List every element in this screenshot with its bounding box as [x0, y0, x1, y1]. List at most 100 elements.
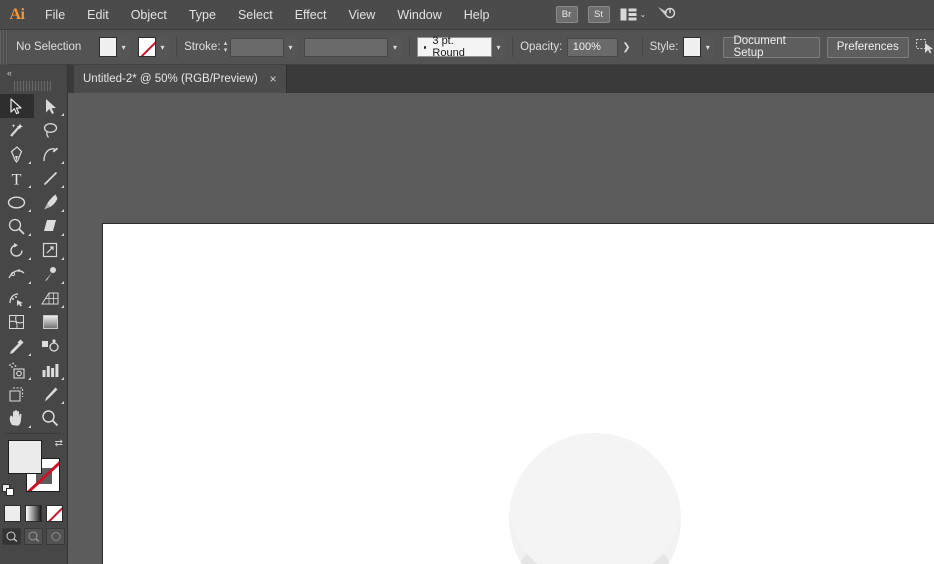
menu-item-help[interactable]: Help — [453, 0, 501, 30]
stroke-swatch-dropdown-icon[interactable]: ▾ — [155, 37, 170, 57]
eyedropper-tool[interactable] — [0, 334, 34, 358]
artboard-tool[interactable] — [0, 382, 34, 406]
flyout-indicator-icon — [27, 233, 31, 236]
curvature-tool[interactable] — [34, 142, 68, 166]
document-setup-button[interactable]: Document Setup — [723, 35, 821, 59]
opacity-label: Opacity: — [520, 41, 563, 53]
menu-bar: Ai File Edit Object Type Select Effect V… — [0, 0, 934, 30]
stroke-weight-stepper[interactable]: ▴ ▾ — [221, 37, 231, 57]
width-tool[interactable] — [0, 262, 34, 286]
control-bar: No Selection ▾ ▾ Stroke: ▴ ▾ ▾ ▾ 3 pt. Ro… — [0, 29, 934, 65]
flyout-indicator-icon — [27, 377, 31, 380]
selection-tool[interactable] — [0, 94, 34, 118]
full-screen-menubar-mode-button[interactable] — [24, 528, 43, 545]
stroke-weight-label: Stroke: — [184, 41, 221, 53]
graphic-style-swatch[interactable] — [682, 37, 701, 57]
circle-shape[interactable] — [509, 433, 681, 564]
menu-item-effect[interactable]: Effect — [284, 0, 338, 30]
fill-swatch-dropdown-icon[interactable]: ▾ — [116, 37, 131, 57]
column-graph-tool[interactable] — [34, 358, 68, 382]
canvas-workspace[interactable] — [68, 93, 934, 564]
paintbrush-tool[interactable] — [34, 190, 68, 214]
stroke-swatch[interactable] — [137, 37, 156, 57]
shaper-tool[interactable] — [0, 214, 34, 238]
tools-panel-grip[interactable] — [14, 81, 53, 91]
artboard[interactable] — [102, 223, 934, 564]
opacity-flyout-icon[interactable]: ❯ — [618, 42, 634, 53]
flyout-indicator-icon — [61, 113, 64, 116]
close-icon[interactable]: × — [270, 72, 277, 86]
stock-icon[interactable]: St — [587, 6, 610, 23]
stroke-weight-input[interactable] — [230, 37, 284, 57]
screen-mode-row — [0, 528, 67, 545]
brush-definition-input[interactable]: 3 pt. Round — [416, 35, 492, 59]
flyout-indicator-icon — [27, 161, 31, 164]
flyout-indicator-icon — [27, 281, 31, 284]
bridge-icon[interactable]: Br — [555, 6, 578, 23]
preferences-button[interactable]: Preferences — [826, 36, 909, 58]
ellipse-tool[interactable] — [0, 190, 34, 214]
free-transform-tool[interactable] — [34, 262, 68, 286]
menu-item-edit[interactable]: Edit — [76, 0, 120, 30]
eraser-tool[interactable] — [34, 214, 68, 238]
perspective-grid-tool[interactable] — [34, 286, 68, 310]
direct-selection-tool[interactable] — [34, 94, 68, 118]
normal-screen-mode-button[interactable] — [2, 528, 21, 545]
graphic-style-dropdown-icon[interactable]: ▾ — [700, 37, 715, 57]
divider — [176, 37, 178, 57]
full-screen-mode-button[interactable] — [46, 528, 65, 545]
flyout-indicator-icon — [61, 233, 64, 236]
brush-definition-dropdown-icon[interactable]: ▾ — [491, 37, 506, 57]
document-tab[interactable]: Untitled-2* @ 50% (RGB/Preview) × — [74, 65, 287, 93]
control-bar-grip[interactable] — [0, 29, 9, 65]
chevron-down-icon: ⌄ — [639, 10, 647, 19]
none-mode-button[interactable] — [46, 505, 63, 522]
align-to-selection-icon[interactable] — [915, 38, 934, 57]
menu-item-select[interactable]: Select — [227, 0, 284, 30]
swap-fill-stroke-icon[interactable]: ⇄ — [55, 438, 63, 449]
lasso-tool[interactable] — [34, 118, 68, 142]
search-icon[interactable] — [656, 4, 676, 25]
menu-item-window[interactable]: Window — [386, 0, 452, 30]
gradient-tool[interactable] — [34, 310, 68, 334]
menu-item-object[interactable]: Object — [120, 0, 178, 30]
menu-item-view[interactable]: View — [337, 0, 386, 30]
flyout-indicator-icon — [61, 377, 64, 380]
divider — [408, 37, 410, 57]
fill-swatch[interactable] — [98, 37, 117, 57]
divider — [641, 37, 643, 57]
stroke-weight-dropdown-icon[interactable]: ▾ — [283, 37, 298, 57]
mesh-tool[interactable] — [0, 310, 34, 334]
line-segment-tool[interactable] — [34, 166, 68, 190]
pen-tool[interactable] — [0, 142, 34, 166]
gradient-mode-button[interactable] — [25, 505, 42, 522]
rotate-tool[interactable] — [0, 238, 34, 262]
shape-builder-tool[interactable] — [0, 286, 34, 310]
scale-tool[interactable] — [34, 238, 68, 262]
zoom-tool[interactable] — [34, 406, 68, 430]
menu-item-type[interactable]: Type — [178, 0, 227, 30]
flyout-indicator-icon — [61, 281, 64, 284]
stroke-profile-input[interactable] — [304, 37, 389, 57]
arrange-documents-button[interactable]: ⌄ — [620, 8, 647, 21]
paint-mode-row — [0, 505, 67, 522]
type-tool[interactable]: T — [0, 166, 34, 190]
brush-definition-label: 3 pt. Round — [432, 35, 465, 59]
magic-wand-tool[interactable] — [0, 118, 34, 142]
slice-tool[interactable] — [34, 382, 68, 406]
collapse-panel-icon[interactable]: « — [0, 65, 67, 81]
default-fill-stroke-icon[interactable] — [2, 484, 15, 497]
document-tab-title: Untitled-2* @ 50% (RGB/Preview) — [83, 73, 258, 85]
blend-tool[interactable] — [34, 334, 68, 358]
flyout-indicator-icon — [61, 257, 64, 260]
tools-grid: T — [0, 94, 67, 430]
tools-panel: « T ⇄ — [0, 65, 68, 564]
symbol-sprayer-tool[interactable] — [0, 358, 34, 382]
flyout-indicator-icon — [27, 425, 31, 428]
opacity-input[interactable]: 100% — [566, 37, 619, 57]
fill-color-swatch[interactable] — [8, 440, 42, 474]
stroke-profile-dropdown-icon[interactable]: ▾ — [388, 37, 402, 57]
hand-tool[interactable] — [0, 406, 34, 430]
color-mode-button[interactable] — [4, 505, 21, 522]
menu-item-file[interactable]: File — [34, 0, 76, 30]
